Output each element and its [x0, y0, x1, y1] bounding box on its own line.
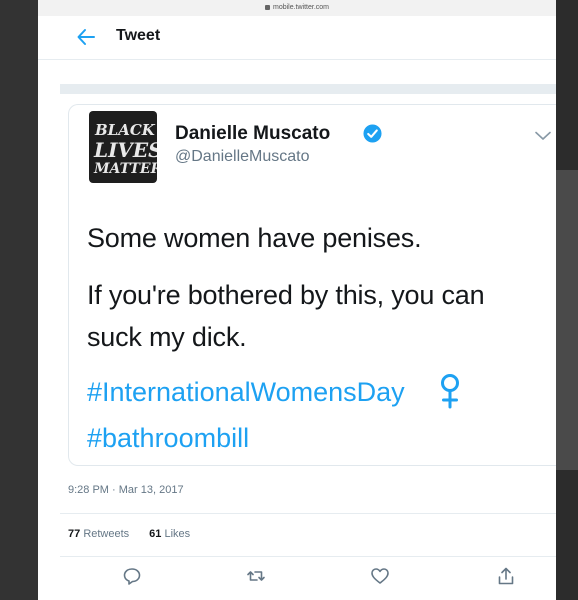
tweet-card: BLACK LIVES MATTER Danielle Muscato @Dan…	[68, 104, 556, 466]
browser-url-bar[interactable]: mobile.twitter.com	[38, 0, 556, 16]
avatar-text-line: MATTER	[94, 161, 157, 177]
chevron-down-icon[interactable]	[535, 131, 551, 141]
previous-tweet-actions-remnant	[60, 60, 556, 84]
likes-stat[interactable]: 61 Likes	[149, 528, 190, 540]
divider	[60, 556, 556, 557]
tweet-text-line: If you're bothered by this, you can	[87, 280, 485, 310]
hashtag-link[interactable]: #InternationalWomensDay	[87, 377, 405, 408]
lock-icon	[264, 4, 270, 10]
top-nav-bar: Tweet	[38, 16, 556, 60]
like-icon[interactable]	[370, 566, 390, 586]
url-text: mobile.twitter.com	[272, 4, 330, 11]
retweets-label: Retweets	[83, 528, 130, 540]
back-arrow-icon[interactable]	[76, 24, 96, 50]
female-sign-icon	[441, 374, 459, 409]
background-left	[0, 0, 38, 600]
tweet-text-line: suck my dick.	[87, 322, 247, 352]
page-title: Tweet	[116, 27, 161, 44]
tweet-text-line: Some women have penises.	[87, 223, 422, 253]
author-handle[interactable]: @DanielleMuscato	[175, 148, 310, 166]
retweets-stat[interactable]: 77 Retweets	[68, 528, 129, 540]
hashtag-link[interactable]: #bathroombill	[87, 423, 249, 454]
divider	[60, 513, 556, 514]
engagement-stats: 77 Retweets 61 Likes	[68, 528, 190, 540]
avatar-text-line: BLACK	[95, 121, 155, 139]
avatar[interactable]: BLACK LIVES MATTER	[89, 111, 157, 183]
verified-badge-icon	[363, 124, 382, 143]
likes-label: Likes	[164, 528, 191, 540]
background-right-panel	[556, 170, 578, 470]
author-display-name[interactable]: Danielle Muscato	[175, 123, 330, 145]
phone-screen: mobile.twitter.com Tweet BLACK LIVES MAT…	[38, 0, 556, 600]
retweet-count: 77	[68, 528, 81, 540]
avatar-text-line: LIVES	[94, 138, 157, 162]
section-divider	[60, 84, 556, 94]
like-count: 61	[149, 528, 162, 540]
retweet-icon[interactable]	[246, 566, 266, 586]
reply-icon[interactable]	[122, 566, 142, 586]
share-icon[interactable]	[496, 566, 516, 586]
tweet-timestamp[interactable]: 9:28 PM · Mar 13, 2017	[68, 484, 184, 496]
